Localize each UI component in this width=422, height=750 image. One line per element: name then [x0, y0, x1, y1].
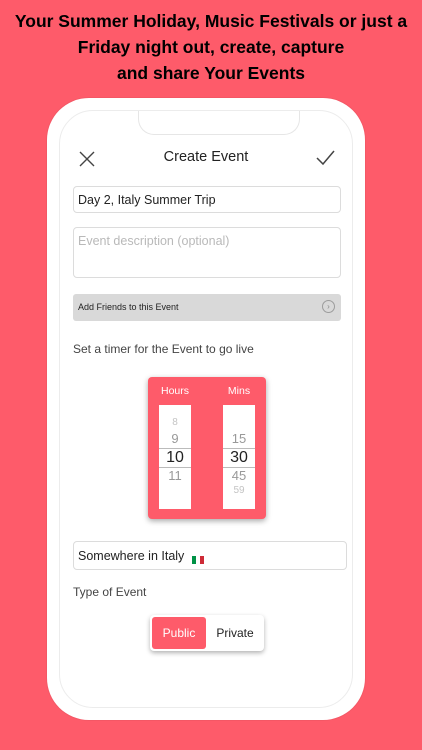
- phone-screen: Create Event Day 2, Italy Summer Trip Ev…: [59, 110, 353, 708]
- promo-line-3: and share Your Events: [116, 63, 306, 83]
- phone-notch: [138, 111, 300, 135]
- hours-selected[interactable]: 10: [159, 449, 191, 467]
- event-type-label: Type of Event: [73, 585, 147, 599]
- event-title-input[interactable]: Day 2, Italy Summer Trip: [73, 186, 341, 213]
- page-title: Create Event: [163, 149, 249, 165]
- chevron-right-icon: ›: [322, 300, 335, 313]
- hours-header: Hours: [160, 385, 189, 397]
- italy-flag-icon: [191, 553, 204, 564]
- hours-option[interactable]: 8: [159, 417, 191, 428]
- mins-option[interactable]: 45: [223, 468, 255, 483]
- add-friends-button[interactable]: Add Friends to this Event ›: [73, 294, 341, 321]
- location-value: Somewhere in Italy: [78, 549, 185, 563]
- event-description-input[interactable]: Event description (optional): [73, 227, 341, 278]
- timer-label: Set a timer for the Event to go live: [73, 342, 254, 356]
- hours-wheel[interactable]: 8 9 10 11: [159, 405, 191, 509]
- public-option[interactable]: Public: [152, 617, 206, 649]
- location-input[interactable]: Somewhere in Italy: [73, 541, 347, 570]
- add-friends-label: Add Friends to this Event: [78, 302, 179, 312]
- mins-selected[interactable]: 30: [223, 449, 255, 467]
- timer-picker: Hours Mins 8 9 10 11 15 30 45 59: [148, 377, 266, 519]
- description-placeholder: Event description (optional): [78, 234, 230, 248]
- event-title-value: Day 2, Italy Summer Trip: [78, 193, 216, 207]
- mins-option[interactable]: 15: [223, 431, 255, 446]
- mins-option[interactable]: 59: [223, 485, 255, 496]
- checkmark-icon[interactable]: [314, 147, 336, 169]
- hours-option[interactable]: 9: [159, 431, 191, 446]
- phone-frame: Create Event Day 2, Italy Summer Trip Ev…: [47, 98, 365, 720]
- promo-line-2: Friday night out, create, capture: [77, 37, 345, 57]
- promo-headline: Your Summer Holiday, Music Festivals or …: [0, 8, 422, 86]
- promo-line-1: Your Summer Holiday, Music Festivals or …: [14, 11, 408, 31]
- mins-header: Mins: [227, 385, 251, 397]
- mins-wheel[interactable]: 15 30 45 59: [223, 405, 255, 509]
- event-type-toggle: Public Private: [150, 615, 264, 651]
- private-option[interactable]: Private: [208, 617, 262, 649]
- hours-option[interactable]: 11: [159, 468, 191, 483]
